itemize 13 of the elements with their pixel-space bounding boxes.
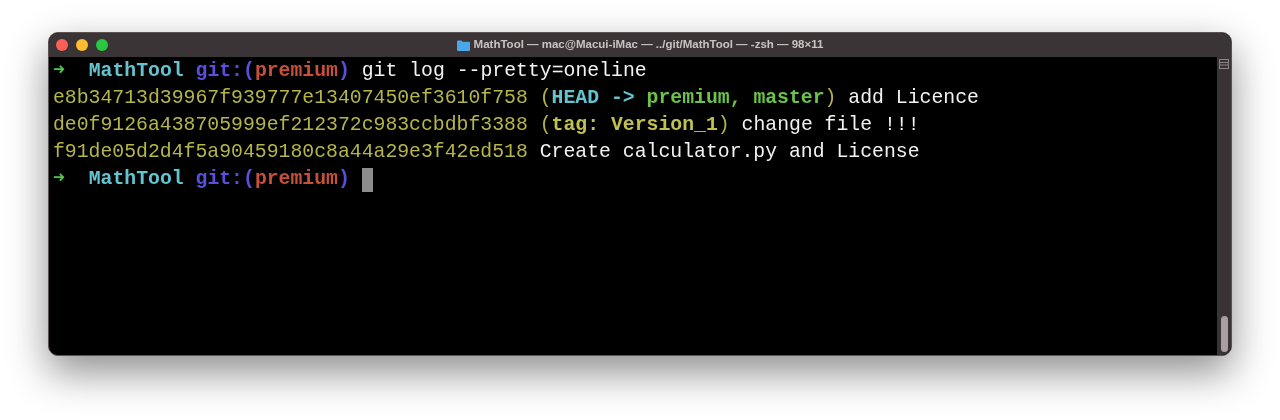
terminal-line: e8b34713d39967f939777e13407450ef3610f758 (HEAD -> premium, master) add Licence [53,86,979,111]
scroll-thumb[interactable] [1220,316,1228,352]
scroll-bar[interactable] [1217,57,1231,355]
folder-icon [456,39,470,51]
close-button[interactable] [56,39,68,51]
terminal-line: ➜ MathTool git:(premium) [53,167,351,192]
split-pane-icon[interactable] [1219,59,1229,69]
terminal-line: de0f9126a438705999ef212372c983ccbdbf3388 (tag: Version_1) change file !!! [53,113,920,138]
minimize-button[interactable] [76,39,88,51]
window-title: MathTool — mac@Macui-iMac — ../git/MathTool — -zsh — 98×11 [473,37,824,53]
zoom-button[interactable] [96,39,108,51]
terminal-line: ➜ MathTool git:(premium) git log --pretty=oneline [53,59,647,84]
terminal-line: f91de05d2d4f5a90459180c8a44a29e3f42ed518 Create calculator.py and License [53,140,920,165]
